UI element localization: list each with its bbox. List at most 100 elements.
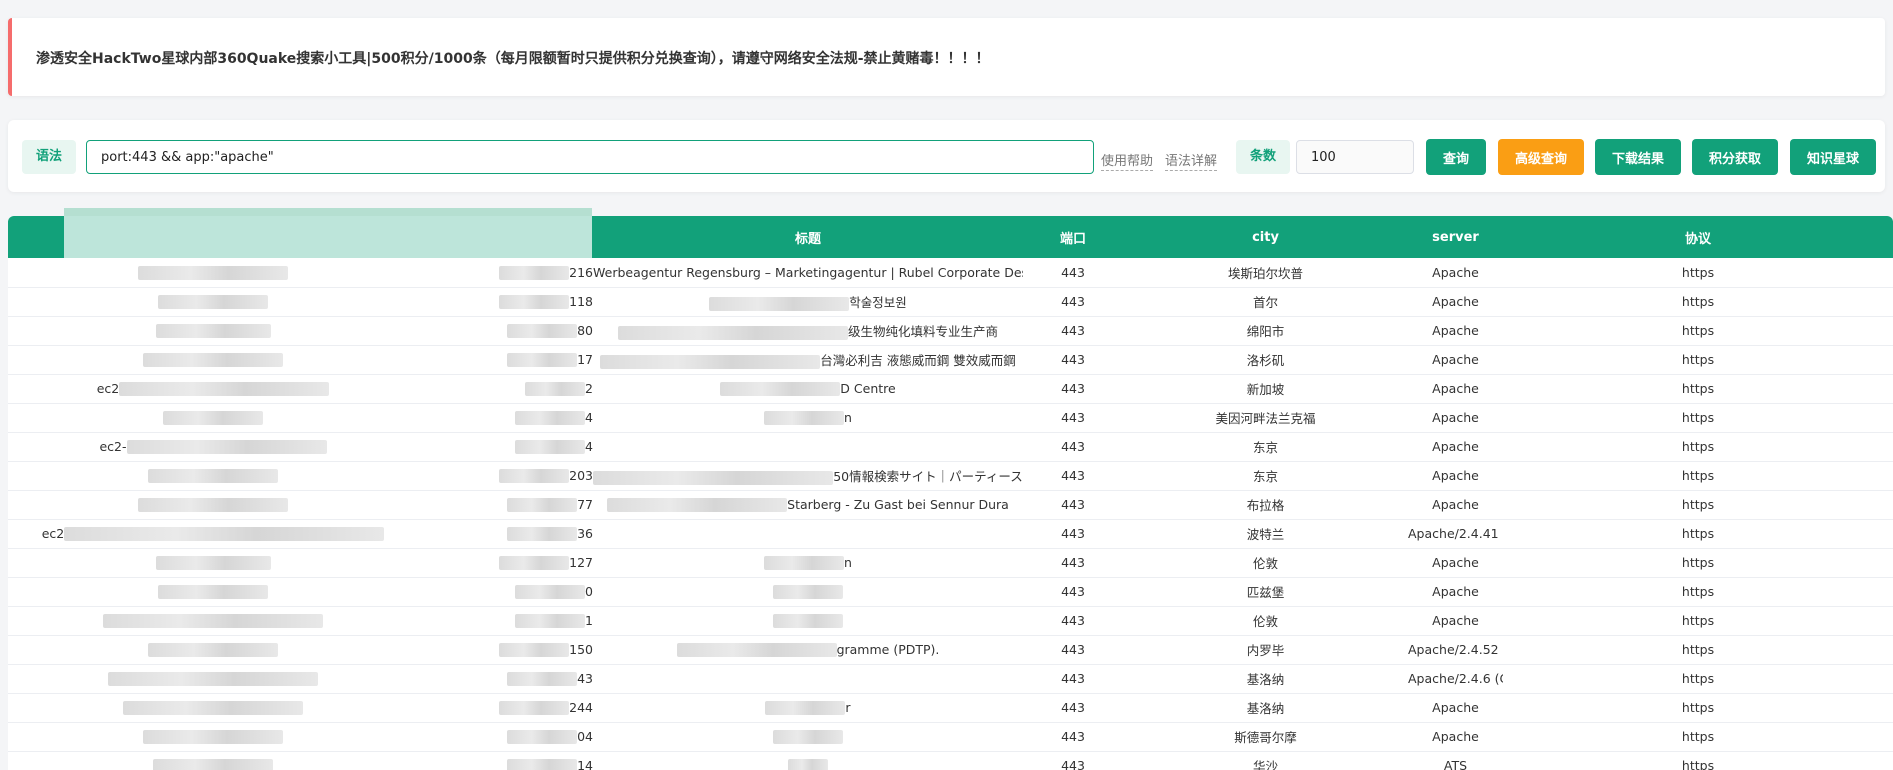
cell-port-text: 443	[1061, 700, 1085, 715]
column-header-title[interactable]: 标题	[593, 216, 1023, 258]
redacted-ip	[499, 469, 570, 484]
cell-ip-text: 150	[569, 641, 593, 657]
redacted-ip	[507, 759, 578, 770]
cell-ip-text: 04	[577, 728, 593, 744]
table-row[interactable]: 244 r 443 基洛纳 Apache https	[8, 693, 1893, 722]
table-row[interactable]: 77 Starberg - Zu Gast bei Sennur Dura 443 布…	[8, 490, 1893, 519]
table-row[interactable]: 80 级生物纯化填料专业生产商 443 绵阳市 Apache https	[8, 316, 1893, 345]
table-row[interactable]: 1 443 伦敦 Apache https	[8, 606, 1893, 635]
redacted-host	[148, 469, 278, 484]
cell-server: Apache/2.4.41 (Amazon) Op	[1408, 519, 1503, 548]
advanced-query-button[interactable]: 高级查询	[1498, 139, 1584, 175]
redacted-title	[607, 498, 788, 513]
cell-city: 波特兰	[1123, 519, 1408, 548]
syntax-detail-link[interactable]: 语法详解	[1165, 150, 1218, 171]
cell-server-text: Apache/2.4.6 (CentOS) Oper	[1408, 671, 1503, 686]
redacted-title	[676, 643, 837, 658]
cell-port-text: 443	[1061, 555, 1085, 570]
get-points-button[interactable]: 积分获取	[1692, 139, 1778, 175]
cell-server-text: Apache	[1432, 323, 1479, 338]
cell-title: 台灣必利吉 液態威而鋼 雙效威而鋼	[593, 345, 1023, 374]
redacted-host	[119, 382, 330, 397]
redacted-host	[143, 730, 283, 745]
cell-port-text: 443	[1061, 323, 1085, 338]
table-row[interactable]: ec2 36 443 波特兰 Apache/2.4.41 (Amazon) Op http…	[8, 519, 1893, 548]
cell-port: 443	[1023, 403, 1123, 432]
cell-city: 布拉格	[1123, 490, 1408, 519]
cell-protocol: https	[1503, 664, 1893, 693]
cell-port-text: 443	[1061, 352, 1085, 367]
table-row[interactable]: 04 443 斯德哥尔摩 Apache https	[8, 722, 1893, 751]
cell-title: n	[593, 548, 1023, 577]
cell-ip: 127	[418, 548, 593, 577]
cell-title	[593, 577, 1023, 606]
cell-host	[8, 490, 418, 519]
column-header-city[interactable]: city	[1123, 216, 1408, 258]
cell-title: Werbeagentur Regensburg – Marketingagent…	[593, 258, 1023, 287]
cell-host	[8, 345, 418, 374]
cell-port: 443	[1023, 258, 1123, 287]
knowledge-planet-button[interactable]: 知识星球	[1790, 139, 1876, 175]
cell-host	[8, 606, 418, 635]
download-results-button[interactable]: 下载结果	[1595, 139, 1681, 175]
cell-city: 伦敦	[1123, 606, 1408, 635]
cell-server: Apache	[1408, 287, 1503, 316]
table-row[interactable]: 118 학술정보원 443 首尔 Apache https	[8, 287, 1893, 316]
cell-server-text: Apache	[1432, 294, 1479, 309]
table-row[interactable]: 203 50情報検索サイト｜パーティース 443 东京 Apache https	[8, 461, 1893, 490]
cell-city: 埃斯珀尔坎普	[1123, 258, 1408, 287]
column-header-port[interactable]: 端口	[1023, 216, 1123, 258]
cell-city: 华沙	[1123, 751, 1408, 770]
cell-city-text: 布拉格	[1246, 498, 1285, 513]
cell-server: Apache	[1408, 548, 1503, 577]
table-row[interactable]: 216 Werbeagentur Regensburg – Marketingag…	[8, 258, 1893, 287]
query-input[interactable]	[86, 140, 1094, 174]
table-row[interactable]: 17 台灣必利吉 液態威而鋼 雙效威而鋼 443 洛杉矶 Apache https	[8, 345, 1893, 374]
redacted-title	[720, 382, 841, 397]
cell-protocol: https	[1503, 548, 1893, 577]
column-header-server[interactable]: server	[1408, 216, 1503, 258]
cell-city-text: 波特兰	[1246, 527, 1285, 542]
cell-city: 匹兹堡	[1123, 577, 1408, 606]
table-row[interactable]: ec2 2 D Centre 443 新加坡 Apache https	[8, 374, 1893, 403]
cell-title-text: r	[845, 699, 851, 715]
cell-ip: 80	[418, 316, 593, 345]
cell-ip-text: 4	[585, 409, 593, 425]
redacted-host	[108, 672, 318, 687]
cell-title-text: n	[844, 409, 852, 425]
cell-title	[593, 432, 1023, 461]
cell-title-text: Starberg - Zu Gast bei Sennur Dura	[787, 496, 1009, 512]
cell-server-text: ATS	[1443, 758, 1468, 770]
cell-host	[8, 751, 418, 770]
cell-server: Apache/2.4.52 (Ubuntu)	[1408, 635, 1503, 664]
cell-ip: 4	[418, 403, 593, 432]
help-link[interactable]: 使用帮助	[1101, 150, 1154, 171]
cell-protocol-text: https	[1681, 381, 1715, 396]
cell-title: gramme (PDTP).	[593, 635, 1023, 664]
query-button[interactable]: 查询	[1426, 139, 1486, 175]
table-row[interactable]: ec2- 4 443 东京 Apache https	[8, 432, 1893, 461]
redacted-title	[773, 730, 843, 745]
column-header-protocol[interactable]: 协议	[1503, 216, 1893, 258]
cell-host: ec2-	[8, 432, 418, 461]
cell-host-text: ec2	[41, 525, 65, 541]
redacted-title	[593, 470, 834, 485]
count-input[interactable]	[1296, 140, 1414, 174]
table-row[interactable]: 150 gramme (PDTP). 443 内罗毕 Apache/2.4.52 (Ub…	[8, 635, 1893, 664]
cell-city: 首尔	[1123, 287, 1408, 316]
redacted-ip	[507, 353, 578, 368]
cell-ip-text: 2	[585, 380, 593, 396]
redacted-ip	[499, 266, 570, 280]
table-row[interactable]: 4 n 443 美因河畔法兰克福 Apache https	[8, 403, 1893, 432]
cell-ip: 43	[418, 664, 593, 693]
table-row[interactable]: 127 n 443 伦敦 Apache https	[8, 548, 1893, 577]
cell-port: 443	[1023, 693, 1123, 722]
table-row[interactable]: 0 443 匹兹堡 Apache https	[8, 577, 1893, 606]
cell-title: Starberg - Zu Gast bei Sennur Dura	[593, 490, 1023, 519]
table-row[interactable]: 14 443 华沙 ATS https	[8, 751, 1893, 770]
cell-port: 443	[1023, 316, 1123, 345]
cell-port-text: 443	[1061, 294, 1085, 309]
cell-protocol-text: https	[1681, 671, 1715, 686]
cell-city: 基洛纳	[1123, 664, 1408, 693]
table-row[interactable]: 43 443 基洛纳 Apache/2.4.6 (CentOS) Oper https	[8, 664, 1893, 693]
